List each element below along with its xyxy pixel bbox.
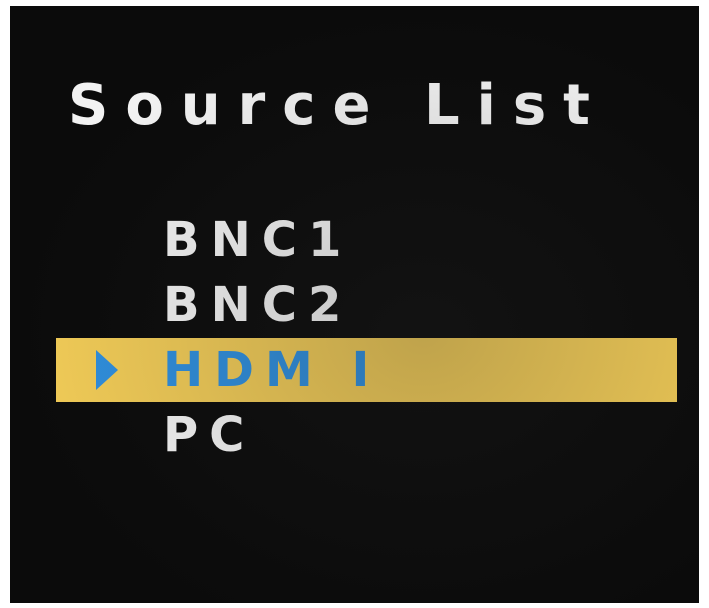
triangle-right-icon: [96, 350, 118, 390]
osd-menu-panel: Source List BNC1 BNC2 HDM I PC: [10, 6, 699, 603]
source-item-label: BNC2: [163, 277, 353, 333]
source-item-label: HDM I: [163, 342, 381, 398]
source-item-label: PC: [163, 407, 256, 463]
menu-title: Source List: [68, 73, 607, 138]
source-item-bnc2[interactable]: BNC2: [10, 273, 699, 337]
source-list: BNC1 BNC2 HDM I PC: [10, 208, 699, 468]
source-item-pc[interactable]: PC: [10, 403, 699, 467]
source-item-bnc1[interactable]: BNC1: [10, 208, 699, 272]
source-item-label: BNC1: [163, 212, 353, 268]
source-item-hdmi[interactable]: HDM I: [56, 338, 677, 402]
